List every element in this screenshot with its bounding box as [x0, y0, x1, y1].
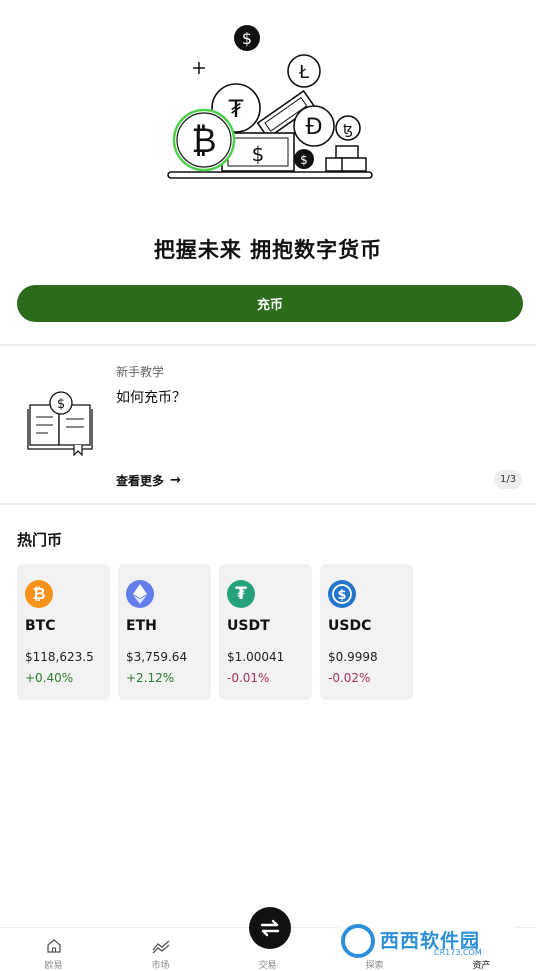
svg-text:$: $	[337, 588, 346, 603]
see-more-label: 查看更多	[116, 474, 165, 488]
crypto-coins-illustration: $ Ł ₮ $ Đ ꜩ $ ₿	[167, 25, 373, 179]
coin-price: $1.00041	[227, 650, 285, 664]
see-more-link[interactable]: 查看更多 →	[116, 472, 181, 489]
coin-card-eth[interactable]: ETH $3,759.64 +2.12%	[118, 564, 211, 700]
bitcoin-icon: ₿	[25, 580, 53, 608]
coin-change: +0.40%	[25, 671, 74, 685]
site-watermark: 西西软件园 CR173.COM	[338, 921, 516, 961]
tab-home[interactable]: 欧易	[0, 928, 107, 971]
coin-symbol: USDC	[328, 618, 372, 634]
coin-symbol: ETH	[126, 618, 157, 634]
section-divider	[0, 344, 536, 346]
deposit-button-label: 充币	[256, 298, 283, 313]
ethereum-icon	[126, 580, 154, 608]
hot-coins-title: 热门币	[17, 531, 63, 549]
tab-label: 市场	[151, 961, 170, 971]
watermark-subtext: CR173.COM	[434, 948, 482, 957]
coin-price: $3,759.64	[126, 650, 188, 664]
trade-button[interactable]	[249, 907, 291, 949]
coin-price: $0.9998	[328, 650, 378, 664]
hero-section: $ Ł ₮ $ Đ ꜩ $ ₿	[0, 0, 536, 200]
svg-text:₮: ₮	[228, 95, 244, 123]
svg-text:Ł: Ł	[298, 62, 310, 83]
coin-change: +2.12%	[126, 671, 175, 685]
svg-text:$: $	[300, 153, 308, 167]
tutorial-title: 如何充币？	[116, 390, 186, 406]
tab-market[interactable]: 市场	[107, 928, 214, 971]
hero-headline: 把握未来 拥抱数字货币	[153, 238, 383, 262]
arrow-right-icon: →	[170, 473, 181, 488]
tab-label: 欧易	[44, 961, 63, 971]
coin-card-btc[interactable]: ₿ BTC $118,623.5 +0.40%	[17, 564, 110, 700]
svg-text:$: $	[57, 397, 65, 412]
tutorial-category: 新手教学	[116, 365, 165, 379]
page-indicator: 1/3	[494, 470, 523, 489]
book-coin-icon: $	[27, 391, 93, 457]
svg-text:₿: ₿	[191, 121, 216, 161]
tether-icon: ₮	[227, 580, 255, 608]
coin-price: $118,623.5	[25, 650, 94, 664]
market-chart-icon	[152, 940, 169, 954]
usdc-icon: $	[328, 580, 356, 608]
home-icon	[46, 939, 61, 953]
trade-swap-icon	[260, 919, 280, 937]
coin-change: -0.02%	[328, 671, 371, 685]
coin-symbol: BTC	[25, 618, 56, 634]
section-divider	[0, 503, 536, 505]
svg-text:Đ: Đ	[305, 115, 322, 140]
coin-card-usdt[interactable]: ₮ USDT $1.00041 -0.01%	[219, 564, 312, 700]
tab-label: 交易	[258, 961, 277, 971]
coin-symbol: USDT	[227, 618, 270, 634]
deposit-button[interactable]: 充币	[17, 285, 523, 322]
svg-text:$: $	[242, 29, 252, 48]
svg-text:$: $	[252, 142, 265, 166]
svg-text:ꜩ: ꜩ	[343, 122, 353, 138]
tutorial-card[interactable]: $ 新手教学 如何充币？ 查看更多 → 1/3	[0, 347, 536, 502]
coin-card-usdc[interactable]: $ USDC $0.9998 -0.02%	[320, 564, 413, 700]
coin-change: -0.01%	[227, 671, 270, 685]
